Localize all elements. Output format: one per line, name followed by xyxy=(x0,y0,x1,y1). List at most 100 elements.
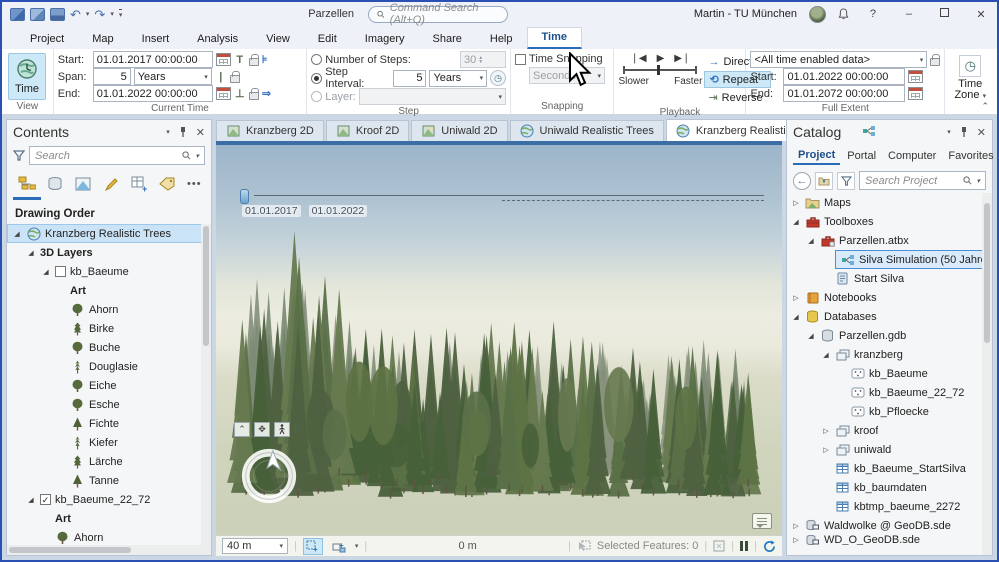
navigator-pan-icon[interactable]: ✥ xyxy=(254,422,270,437)
contents-close-icon[interactable]: ✕ xyxy=(196,126,205,139)
undo-button[interactable]: ↶ xyxy=(70,8,81,21)
catalog-back-button[interactable]: ← xyxy=(793,172,811,190)
step-back-button[interactable]: ❘◀ xyxy=(631,53,647,64)
set-end-icon[interactable]: ⊥ xyxy=(234,87,246,100)
expand-icon[interactable]: ▷ xyxy=(791,199,801,207)
collapse-icon[interactable]: ◢ xyxy=(806,332,816,340)
snapping-dropdown-icon[interactable]: ▾ xyxy=(355,542,359,550)
start-calendar-icon[interactable] xyxy=(216,53,231,66)
ribbon-tab-insert[interactable]: Insert xyxy=(128,30,184,49)
notification-bubble-icon[interactable] xyxy=(752,513,772,529)
navigator-walk-icon[interactable] xyxy=(274,422,290,437)
catalog-tab-computer[interactable]: Computer xyxy=(883,148,941,164)
span-lock-icon[interactable] xyxy=(230,75,240,83)
scale-select[interactable]: 40 m▾ xyxy=(222,538,288,554)
close-button[interactable]: ✕ xyxy=(969,8,993,21)
catalog-tab-favorites[interactable]: Favorites xyxy=(943,148,998,164)
set-start-icon[interactable]: T xyxy=(234,54,246,66)
view-tab-uniwald-2d[interactable]: Uniwald 2D xyxy=(411,120,507,141)
customize-qat-icon[interactable]: ▾ xyxy=(119,9,123,19)
maximize-button[interactable] xyxy=(933,8,957,20)
tree-item-parzellen-gdb[interactable]: ◢Parzellen.gdb xyxy=(787,326,992,345)
tree-item-databases[interactable]: ◢Databases xyxy=(787,307,992,326)
tree-item-start-silva[interactable]: Start Silva xyxy=(787,269,992,288)
step-interval-input[interactable]: 5 xyxy=(393,70,427,87)
play-button[interactable]: ▶ xyxy=(657,53,665,64)
save-project-icon[interactable] xyxy=(50,8,65,21)
full-extent-end-calendar-icon[interactable] xyxy=(908,87,923,100)
select-tool-icon[interactable] xyxy=(713,540,725,552)
dynamic-constraints-button[interactable]: + xyxy=(329,538,349,555)
minimize-button[interactable]: – xyxy=(897,8,921,20)
vertical-scrollbar[interactable] xyxy=(982,193,992,555)
contents-pin-icon[interactable] xyxy=(179,127,187,137)
tree-item-kranzberg-realistic-trees[interactable]: ◢Kranzberg Realistic Trees xyxy=(7,224,211,243)
redo-button[interactable]: ↷ xyxy=(94,8,105,21)
collapse-icon[interactable]: ◢ xyxy=(821,351,831,359)
expand-icon[interactable]: ▷ xyxy=(821,427,831,435)
view-tab-kroof-2d[interactable]: Kroof 2D xyxy=(326,120,409,141)
tree-item-silva-simulation-50-jahre-[interactable]: Silva Simulation (50 Jahre) xyxy=(787,250,992,269)
command-search-input[interactable]: Command Search (Alt+Q) xyxy=(368,6,508,23)
collapse-icon[interactable]: ◢ xyxy=(791,218,801,226)
view-tab-kranzberg-2d[interactable]: Kranzberg 2D xyxy=(216,120,324,141)
catalog-pin-icon[interactable] xyxy=(960,127,968,137)
collapse-icon[interactable]: ◢ xyxy=(806,237,816,245)
tree-item-3d-layers[interactable]: ◢3D Layers xyxy=(7,243,211,262)
list-by-drawing-order-tab[interactable] xyxy=(15,173,39,195)
step-interval-radio[interactable] xyxy=(311,73,322,84)
tree-item-kb_pfloecke[interactable]: kb_Pfloecke xyxy=(787,402,992,421)
ribbon-tab-help[interactable]: Help xyxy=(476,30,527,49)
current-start-input[interactable]: 01.01.2017 00:00:00 xyxy=(93,51,213,68)
full-extent-end-input[interactable]: 01.01.2072 00:00:00 xyxy=(783,85,905,102)
tree-item-esche[interactable]: Esche xyxy=(7,395,211,414)
visibility-checkbox[interactable]: ✓ xyxy=(40,494,51,505)
end-lock-icon[interactable] xyxy=(249,92,259,100)
ribbon-tab-edit[interactable]: Edit xyxy=(304,30,351,49)
tree-item-kb_baeume_startsilva[interactable]: kb_Baeume_StartSilva xyxy=(787,459,992,478)
snapping-toggle-button[interactable]: + xyxy=(303,538,323,555)
tree-item-kb_baeume[interactable]: ◢kb_Baeume xyxy=(7,262,211,281)
ribbon-tab-imagery[interactable]: Imagery xyxy=(351,30,419,49)
list-by-selection-tab[interactable] xyxy=(71,173,95,195)
ribbon-tab-view[interactable]: View xyxy=(252,30,304,49)
ribbon-tab-map[interactable]: Map xyxy=(78,30,127,49)
current-end-input[interactable]: 01.01.2022 00:00:00 xyxy=(93,85,213,102)
tree-item-maps[interactable]: ▷Maps xyxy=(787,193,992,212)
collapse-icon[interactable]: ◢ xyxy=(12,230,22,238)
tree-item-kbtmp_baeume_2272[interactable]: kbtmp_baeume_2272 xyxy=(787,497,992,516)
full-extent-source-select[interactable]: <All time enabled data>▾ xyxy=(750,51,927,68)
vertical-scrollbar[interactable] xyxy=(201,224,211,545)
tree-item-ahorn[interactable]: Ahorn xyxy=(7,300,211,319)
contents-search-input[interactable]: Search ▾ xyxy=(29,146,205,165)
tree-item-tanne[interactable]: Tanne xyxy=(7,471,211,490)
tree-item-art[interactable]: Art xyxy=(7,509,211,528)
step-interval-unit-select[interactable]: Years▾ xyxy=(429,70,487,87)
catalog-search-input[interactable]: Search Project ▾ xyxy=(859,171,986,190)
pin-start-icon[interactable]: ⊧ xyxy=(262,53,268,66)
contents-more-tabs-icon[interactable]: ••• xyxy=(187,178,202,190)
avatar[interactable] xyxy=(809,6,826,23)
expand-icon[interactable]: ▷ xyxy=(791,294,801,302)
tree-item-buche[interactable]: Buche xyxy=(7,338,211,357)
expand-icon[interactable]: ▷ xyxy=(821,446,831,454)
time-snapping-checkbox[interactable] xyxy=(515,54,526,65)
refresh-icon[interactable] xyxy=(763,540,776,553)
end-calendar-icon[interactable] xyxy=(216,87,231,100)
list-by-editing-tab[interactable] xyxy=(99,173,123,195)
contents-filter-icon[interactable] xyxy=(13,150,25,161)
step-forward-button[interactable]: ▶❘ xyxy=(674,53,690,64)
tree-item-art[interactable]: Art xyxy=(7,281,211,300)
full-extent-start-calendar-icon[interactable] xyxy=(908,70,923,83)
map-time-slider[interactable]: 01.01.2017 01.01.2022 xyxy=(240,189,764,215)
span-unit-select[interactable]: Years▾ xyxy=(134,68,212,85)
scene-view[interactable]: 01.01.2017 01.01.2022 ⌃ ✥ ⠅ xyxy=(216,145,782,535)
catalog-tab-portal[interactable]: Portal xyxy=(842,148,881,164)
tree-item-kb_baeume_22_72[interactable]: ◢✓kb_Baeume_22_72 xyxy=(7,490,211,509)
redo-dropdown-icon[interactable]: ▾ xyxy=(110,10,114,18)
contents-menu-icon[interactable]: ▾ xyxy=(166,128,170,136)
tree-item-birke[interactable]: Birke xyxy=(7,319,211,338)
visibility-checkbox[interactable] xyxy=(55,266,66,277)
start-lock-icon[interactable] xyxy=(249,58,259,66)
tree-item-kiefer[interactable]: Kiefer xyxy=(7,433,211,452)
